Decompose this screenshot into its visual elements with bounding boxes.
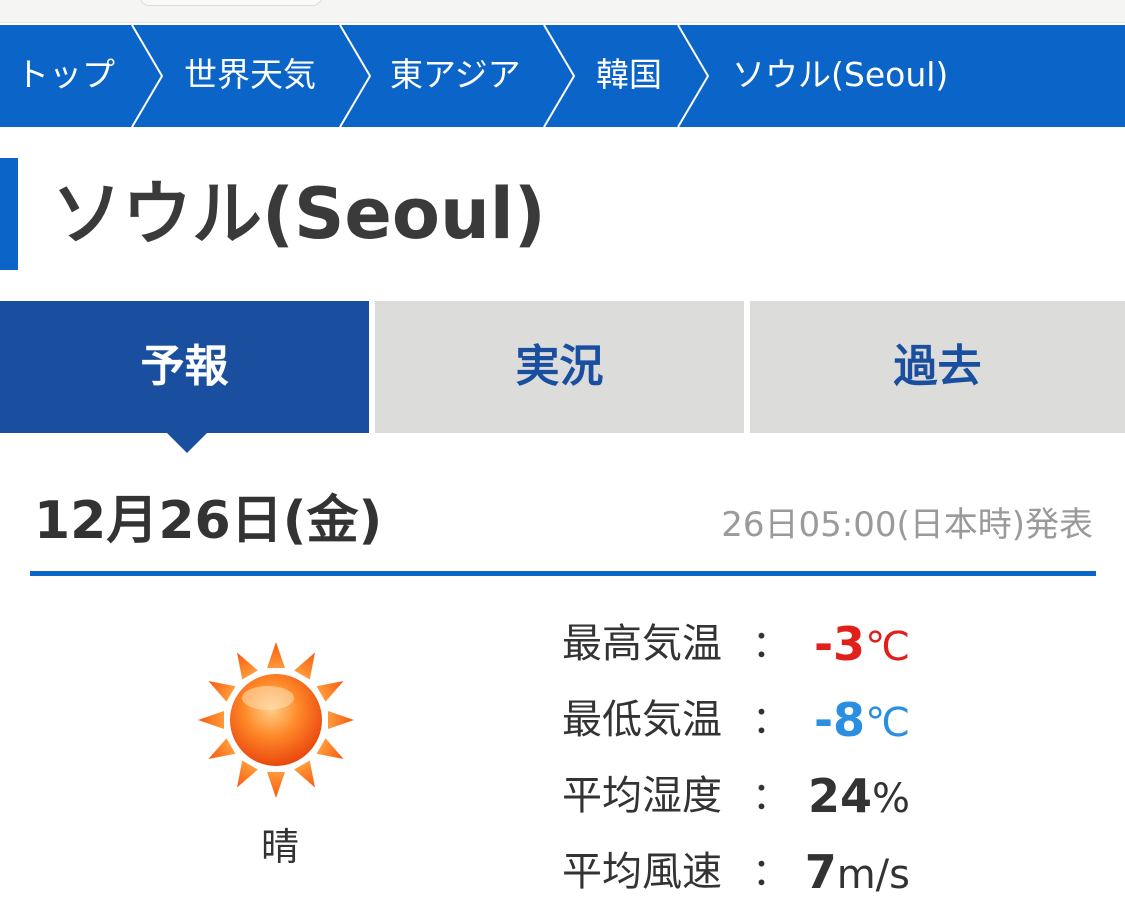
wind-unit: m/s [836,852,910,898]
breadcrumb-separator-icon [677,25,710,127]
date-divider [30,571,1096,576]
breadcrumb-item-current: ソウル(Seoul) [732,55,949,94]
issued-time: 26日05:00(日本時)発表 [721,505,1093,545]
breadcrumb-separator-icon [131,25,164,127]
stat-value: -8℃ [710,690,910,761]
high-temp-value: -3 [813,617,866,671]
title-accent-bar [0,158,18,270]
page-title: ソウル(Seoul) [52,173,546,255]
breadcrumb: トップ 世界天気 東アジア 韓国 ソウル(Seoul) [0,25,1125,127]
forecast-date: 12月26日(金) [34,491,383,551]
tab-current-conditions[interactable]: 実況 [375,301,744,433]
breadcrumb-item-east-asia[interactable]: 東アジア [390,25,521,127]
stat-label: 最高気温 [562,621,722,667]
weather-label: 晴 [260,825,299,869]
stat-value: 7m/s [710,842,910,913]
page-title-block: ソウル(Seoul) [0,158,1125,270]
stat-label: 平均湿度 [562,773,722,819]
stat-label: 最低気温 [562,697,722,743]
breadcrumb-item-world-weather[interactable]: 世界天気 [184,25,316,127]
wind-value: 7 [804,845,837,899]
address-bar-edge [140,0,322,6]
humidity-unit: % [871,776,910,822]
tab-past[interactable]: 過去 [750,301,1125,433]
sun-icon [198,642,354,798]
stat-label: 平均風速 [562,849,722,895]
low-temp-unit: ℃ [865,700,910,746]
browser-top-strip [0,0,1125,23]
breadcrumb-separator-icon [339,25,372,127]
breadcrumb-separator-icon [543,25,576,127]
breadcrumb-item-korea[interactable]: 韓国 [596,25,662,127]
high-temp-unit: ℃ [865,624,910,670]
stat-value: -3℃ [710,614,910,685]
stat-value: 24% [710,766,910,837]
tab-forecast[interactable]: 予報 [0,301,369,433]
humidity-value: 24 [807,769,872,823]
active-tab-pointer [166,432,208,453]
low-temp-value: -8 [813,693,866,747]
breadcrumb-item-top[interactable]: トップ [16,25,115,127]
